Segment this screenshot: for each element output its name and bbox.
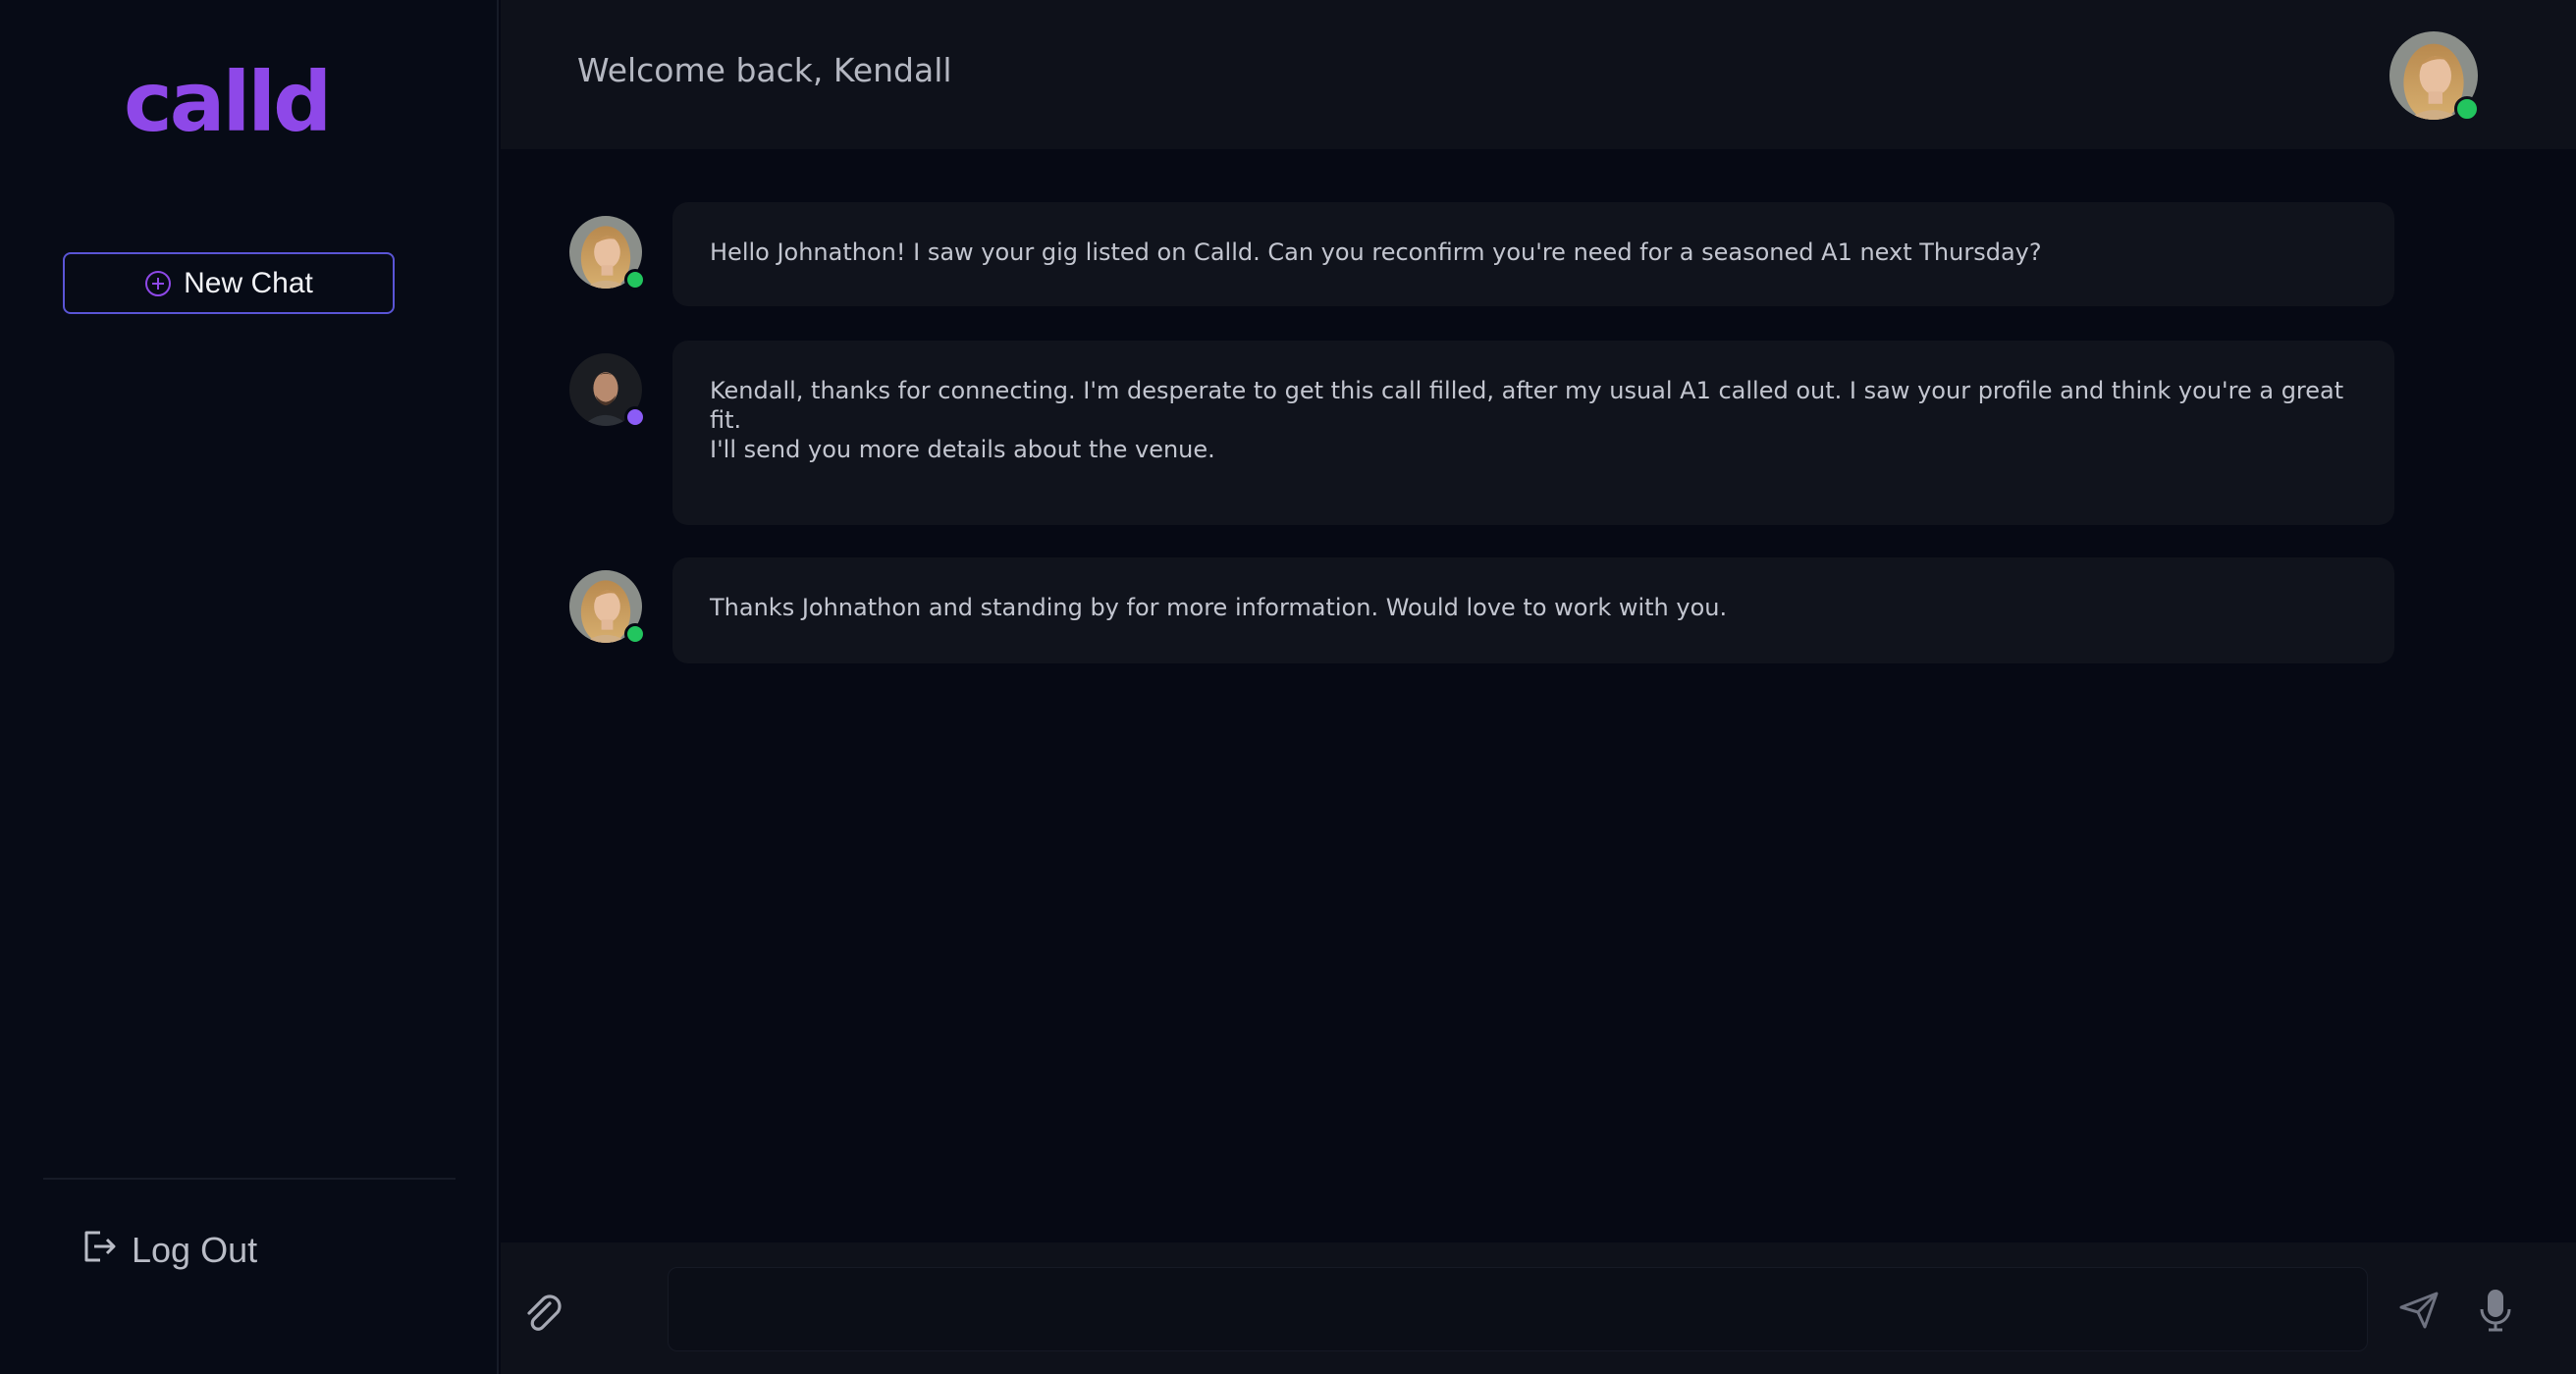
message-composer: [501, 1242, 2576, 1374]
online-status-dot: [624, 269, 646, 291]
paperclip-icon[interactable]: [518, 1288, 567, 1337]
new-chat-button[interactable]: New Chat: [63, 252, 395, 314]
online-status-dot: [2454, 96, 2480, 122]
sidebar-divider: [43, 1178, 456, 1180]
welcome-message: Welcome back, Kendall: [577, 51, 952, 89]
message-bubble: Kendall, thanks for connecting. I'm desp…: [672, 341, 2394, 525]
send-icon[interactable]: [2395, 1286, 2442, 1333]
logout-icon: [79, 1227, 118, 1275]
top-header: Welcome back, Kendall: [501, 0, 2576, 149]
logout-button[interactable]: Log Out: [79, 1223, 257, 1278]
plus-circle-icon: [144, 270, 172, 297]
calld-logo[interactable]: calld: [124, 61, 332, 143]
message-avatar-kendall: [569, 570, 646, 645]
online-status-dot: [624, 623, 646, 645]
chat-app: calld New Chat Log Out Welcome back, Ken…: [0, 0, 2576, 1374]
sidebar: calld New Chat Log Out: [0, 0, 499, 1374]
message-avatar-kendall: [569, 216, 646, 291]
logout-label: Log Out: [132, 1230, 258, 1270]
new-chat-label: New Chat: [184, 266, 313, 299]
message-input[interactable]: [668, 1267, 2368, 1351]
status-dot-purple: [624, 406, 646, 428]
microphone-icon[interactable]: [2470, 1284, 2521, 1335]
message-avatar-johnathon: [569, 353, 646, 428]
message-bubble: Hello Johnathon! I saw your gig listed o…: [672, 202, 2394, 306]
message-bubble: Thanks Johnathon and standing by for mor…: [672, 557, 2394, 663]
user-avatar[interactable]: [2389, 31, 2480, 122]
